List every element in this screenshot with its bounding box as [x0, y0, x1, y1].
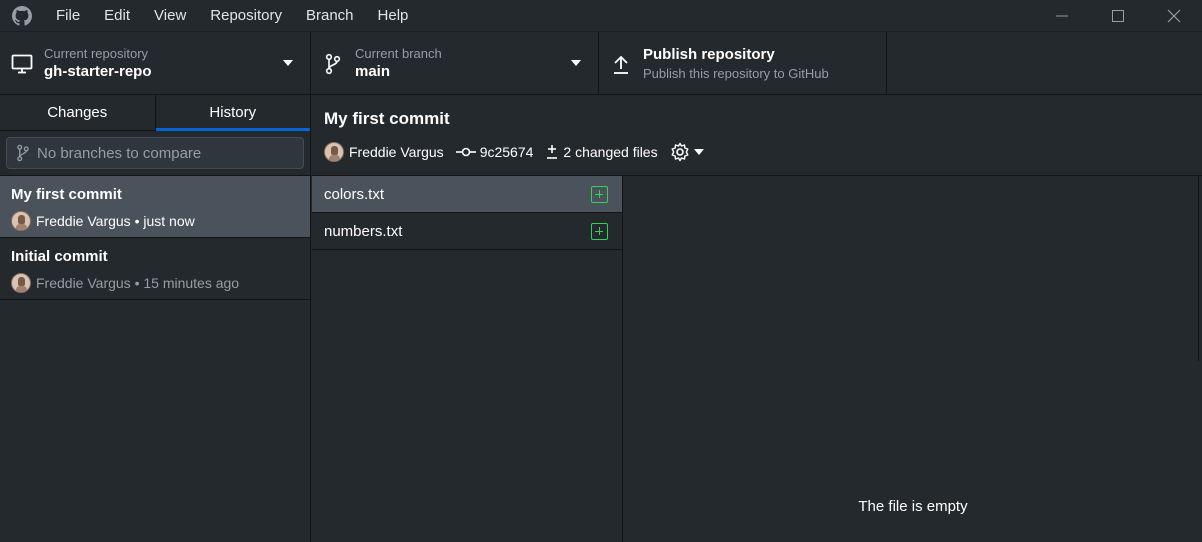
chevron-down-icon: [693, 149, 704, 155]
file-row[interactable]: numbers.txt: [312, 213, 622, 250]
branch-label: Current branch: [355, 46, 442, 61]
menu-bar: File Edit View Repository Branch Help: [44, 0, 420, 31]
menu-file[interactable]: File: [44, 0, 92, 31]
commit-list-item[interactable]: My first commit Freddie Vargus • just no…: [0, 176, 310, 238]
file-added-icon: [591, 223, 608, 240]
branch-name: main: [355, 63, 391, 80]
commit-list-item[interactable]: Initial commit Freddie Vargus • 15 minut…: [0, 238, 310, 300]
branch-compare-input[interactable]: No branches to compare: [6, 137, 304, 169]
file-name: numbers.txt: [324, 222, 403, 240]
diff-settings-button[interactable]: [670, 142, 708, 162]
branch-compare: No branches to compare: [0, 131, 310, 176]
commit-title: Initial commit: [11, 248, 108, 265]
chevron-down-icon: [283, 60, 293, 66]
minimize-button[interactable]: [1034, 0, 1090, 31]
repository-name: gh-starter-repo: [44, 63, 152, 80]
commit-summary: My first commit Freddie Vargus 9c25674 2…: [312, 95, 1202, 176]
maximize-button[interactable]: [1090, 0, 1146, 31]
git-branch-icon: [17, 144, 29, 162]
scrollbar-edge: [1198, 176, 1202, 361]
tab-changes[interactable]: Changes: [0, 95, 156, 130]
commit-author: Freddie Vargus: [349, 144, 444, 160]
git-commit-icon: [455, 147, 476, 157]
repository-label: Current repository: [44, 46, 149, 61]
avatar: [11, 211, 31, 231]
file-row[interactable]: colors.txt: [312, 176, 622, 213]
changed-file-list: colors.txt numbers.txt: [312, 176, 623, 542]
diff-icon: [547, 145, 558, 159]
changed-files-count: 2 changed files: [563, 144, 658, 160]
commit-meta: Freddie Vargus • just now: [36, 213, 195, 229]
menu-edit[interactable]: Edit: [92, 0, 142, 31]
menu-branch[interactable]: Branch: [294, 0, 366, 31]
close-icon: [1167, 9, 1181, 22]
maximize-icon: [1112, 9, 1124, 22]
publish-subtitle: Publish this repository to GitHub: [643, 66, 829, 81]
chevron-down-icon: [571, 60, 581, 66]
git-branch-icon: [311, 53, 355, 75]
publish-repository-button[interactable]: Publish repository Publish this reposito…: [599, 32, 887, 95]
upload-icon: [599, 53, 643, 75]
branch-dropdown[interactable]: Current branch main: [311, 32, 599, 95]
window-controls: [1034, 0, 1202, 31]
main-panel: My first commit Freddie Vargus 9c25674 2…: [312, 95, 1202, 542]
sidebar-tabs: Changes History: [0, 95, 310, 131]
publish-title: Publish repository: [643, 46, 775, 63]
title-bar: File Edit View Repository Branch Help: [0, 0, 1202, 31]
diff-viewer: The file is empty: [624, 176, 1202, 542]
toolbar: Current repository gh-starter-repo Curre…: [0, 31, 1202, 95]
branch-compare-placeholder: No branches to compare: [37, 144, 202, 162]
tab-history[interactable]: History: [155, 95, 311, 131]
menu-view[interactable]: View: [142, 0, 198, 31]
close-window-button[interactable]: [1146, 0, 1202, 31]
menu-repository[interactable]: Repository: [198, 0, 294, 31]
commit-title: My first commit: [11, 186, 122, 203]
sidebar: Changes History No branches to compare M…: [0, 95, 311, 542]
commit-meta: Freddie Vargus • 15 minutes ago: [36, 275, 240, 291]
desktop-icon: [0, 54, 44, 74]
file-added-icon: [591, 186, 608, 203]
github-logo-icon: [0, 0, 44, 31]
repository-dropdown[interactable]: Current repository gh-starter-repo: [0, 32, 311, 95]
menu-help[interactable]: Help: [366, 0, 421, 31]
file-name: colors.txt: [324, 185, 385, 203]
empty-file-message: The file is empty: [858, 498, 968, 515]
avatar: [11, 273, 31, 293]
commit-summary-title: My first commit: [324, 109, 450, 128]
gear-icon: [671, 142, 689, 162]
commit-sha[interactable]: 9c25674: [480, 144, 534, 160]
avatar: [324, 142, 344, 162]
minimize-icon: [1056, 15, 1068, 16]
